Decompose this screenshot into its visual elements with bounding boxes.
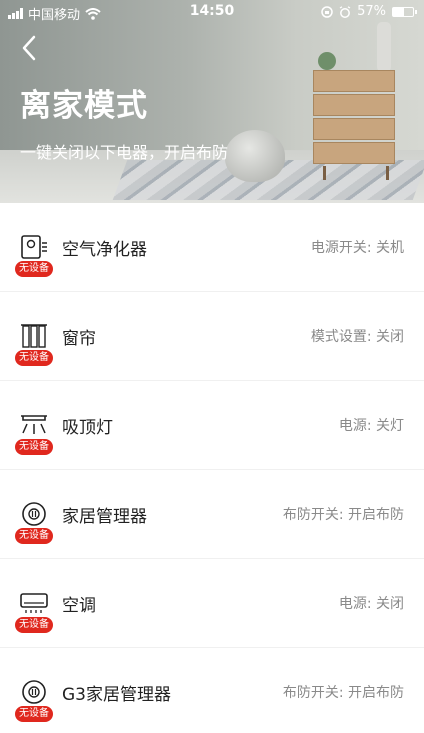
battery-percent: 57% (357, 4, 386, 19)
no-device-badge: 无设备 (15, 350, 53, 366)
no-device-badge: 无设备 (15, 528, 53, 544)
vase-decor (377, 22, 391, 72)
back-chevron-icon[interactable] (18, 34, 42, 62)
device-name: G3家居管理器 (62, 685, 171, 705)
battery-icon (392, 6, 417, 17)
device-name: 家居管理器 (62, 507, 147, 527)
plant-decor (318, 52, 336, 70)
pouf-decor (225, 130, 285, 182)
device-row-air-conditioner[interactable]: 无设备 空调 电源: 关闭 (0, 559, 424, 648)
air-purifier-icon (21, 235, 47, 259)
device-list: 无设备 空气净化器 电源开关: 关机 无设备 窗帘 模式设置: 关闭 无设备 吸… (0, 203, 424, 733)
home-manager-icon (22, 502, 46, 526)
device-row-curtain[interactable]: 无设备 窗帘 模式设置: 关闭 (0, 292, 424, 381)
device-status: 布防开关: 开启布防 (282, 507, 404, 523)
alarm-icon (339, 5, 351, 18)
device-status: 电源: 关灯 (338, 418, 404, 434)
device-row-home-manager[interactable]: 无设备 家居管理器 布防开关: 开启布防 (0, 470, 424, 559)
home-manager-icon (22, 680, 46, 704)
screen: 中国移动 14:50 57% 离家模式 一键关闭以下电器，开启布防 无设备 空气… (0, 0, 424, 733)
device-name: 空调 (62, 596, 96, 616)
no-device-badge: 无设备 (15, 439, 53, 455)
device-name: 吸顶灯 (62, 418, 113, 438)
no-device-badge: 无设备 (15, 261, 53, 277)
air-conditioner-icon (20, 593, 48, 613)
rotation-lock-icon (321, 5, 333, 18)
curtain-icon (21, 324, 47, 348)
page-subtitle: 一键关闭以下电器，开启布防 (20, 143, 229, 162)
ceiling-light-icon (21, 415, 47, 434)
device-name: 窗帘 (62, 329, 96, 349)
device-status: 模式设置: 关闭 (310, 329, 404, 345)
page-title: 离家模式 (20, 88, 148, 124)
no-device-badge: 无设备 (15, 617, 53, 633)
status-bar: 中国移动 14:50 57% (0, 0, 424, 24)
device-row-air-purifier[interactable]: 无设备 空气净化器 电源开关: 关机 (0, 203, 424, 292)
device-status: 电源: 关闭 (338, 596, 404, 612)
scene-banner: 中国移动 14:50 57% 离家模式 一键关闭以下电器，开启布防 (0, 0, 424, 203)
device-status: 电源开关: 关机 (310, 240, 404, 256)
no-device-badge: 无设备 (15, 706, 53, 722)
dresser-decor (313, 70, 395, 180)
device-row-g3-home-manager[interactable]: 无设备 G3家居管理器 布防开关: 开启布防 (0, 648, 424, 733)
device-status: 布防开关: 开启布防 (282, 685, 404, 701)
device-row-ceiling-light[interactable]: 无设备 吸顶灯 电源: 关灯 (0, 381, 424, 470)
device-name: 空气净化器 (62, 240, 147, 260)
